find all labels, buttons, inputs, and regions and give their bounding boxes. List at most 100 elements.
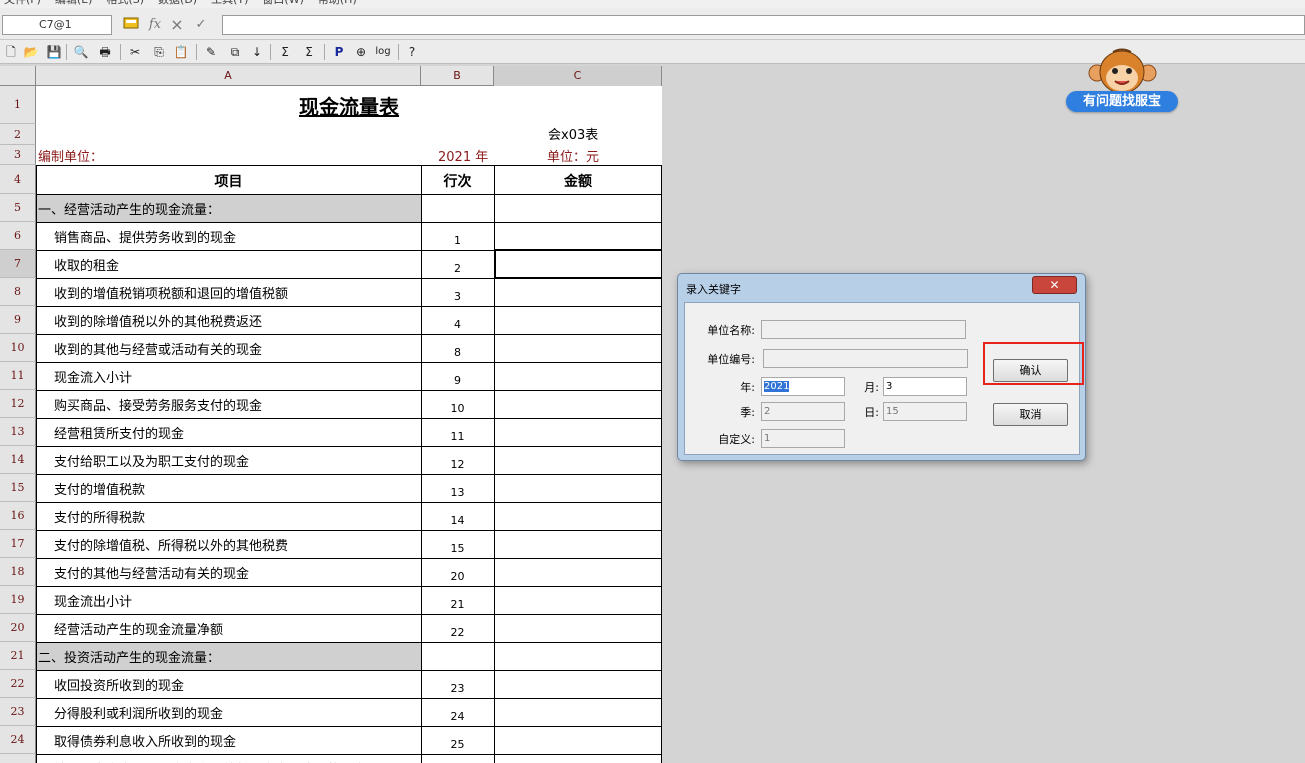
sum-icon[interactable]: Σ (276, 43, 294, 61)
item-cell[interactable]: 购买商品、接受劳务服务支付的现金 (54, 395, 419, 414)
insert-icon[interactable]: ⧉ (226, 43, 244, 61)
cancel-button[interactable]: 取消 (993, 403, 1068, 426)
item-cell[interactable]: 支付的增值税款 (54, 479, 419, 498)
row-header[interactable]: 11 (0, 362, 36, 390)
save-icon[interactable]: 💾 (45, 43, 63, 61)
row-header[interactable]: 23 (0, 698, 36, 726)
row-header[interactable]: 8 (0, 278, 36, 306)
row-header[interactable]: 9 (0, 306, 36, 334)
menu-item[interactable]: 窗口(W) (262, 0, 303, 8)
row-header[interactable]: 15 (0, 474, 36, 502)
line-number-cell[interactable]: 13 (421, 486, 494, 499)
spreadsheet[interactable]: A B C 1 2 3 4 现金流量表 会x03表 编制单位： 2021 年单位：元 项目 行次金… (0, 66, 663, 763)
row-header[interactable]: 22 (0, 670, 36, 698)
column-header-c[interactable]: C (494, 66, 662, 86)
item-cell[interactable]: 收取的租金 (54, 255, 419, 274)
amount-cell[interactable] (495, 642, 662, 670)
cut-icon[interactable]: ✂ (126, 43, 144, 61)
cancel-edit-icon[interactable]: × (168, 16, 186, 34)
menu-item[interactable]: 格式(S) (106, 0, 144, 8)
item-cell[interactable]: 分得股利或利润所收到的现金 (54, 703, 419, 722)
formula-input[interactable] (222, 15, 1305, 35)
open-icon[interactable]: 📂 (22, 43, 40, 61)
calculator-icon[interactable] (122, 16, 140, 34)
row-header[interactable]: 4 (0, 165, 36, 194)
row-header[interactable] (0, 754, 36, 763)
section-heading-cell[interactable]: 一、经营活动产生的现金流量： (38, 199, 403, 218)
format-painter-icon[interactable]: ✎ (202, 43, 220, 61)
line-number-cell[interactable]: 15 (421, 542, 494, 555)
row-header[interactable]: 24 (0, 726, 36, 754)
fx-icon[interactable]: fx (146, 16, 164, 34)
amount-cell[interactable] (495, 670, 662, 698)
customer-service-button[interactable]: 有问题找服宝 (1066, 91, 1178, 112)
amount-cell[interactable] (495, 390, 662, 418)
line-number-cell[interactable]: 1 (421, 234, 494, 247)
line-number-cell[interactable]: 24 (421, 710, 494, 723)
line-number-cell[interactable]: 8 (421, 346, 494, 359)
row-header[interactable]: 5 (0, 194, 36, 222)
row-header[interactable]: 12 (0, 390, 36, 418)
menu-item[interactable]: 帮助(H) (318, 0, 357, 8)
item-cell[interactable]: 经营活动产生的现金流量净额 (54, 619, 419, 638)
item-cell[interactable]: 收到的除增值税以外的其他税费返还 (54, 311, 419, 330)
amount-cell[interactable] (495, 586, 662, 614)
select-all-corner[interactable] (0, 66, 36, 86)
menu-item[interactable]: 工具(T) (211, 0, 248, 8)
line-number-cell[interactable]: 9 (421, 374, 494, 387)
item-cell[interactable]: 经营租赁所支付的现金 (54, 423, 419, 442)
line-number-cell[interactable]: 23 (421, 682, 494, 695)
item-cell[interactable]: 收回投资所收到的现金 (54, 675, 419, 694)
row-header[interactable]: 13 (0, 418, 36, 446)
row-header[interactable]: 3 (0, 145, 36, 165)
line-number-cell[interactable]: 2 (421, 262, 494, 275)
item-cell[interactable]: 支付的所得税款 (54, 507, 419, 526)
item-cell[interactable]: 现金流入小计 (54, 367, 419, 386)
line-number-cell[interactable]: 4 (421, 318, 494, 331)
cell-reference-box[interactable]: C7@1 (2, 15, 112, 35)
zoom-icon[interactable]: ⊕ (352, 43, 370, 61)
row-header[interactable]: 7 (0, 250, 36, 278)
month-field[interactable]: 3 (883, 377, 967, 396)
amount-cell[interactable] (495, 222, 662, 250)
row-header[interactable]: 21 (0, 642, 36, 670)
amount-cell[interactable] (495, 362, 662, 390)
menu-item[interactable]: 编辑(E) (55, 0, 93, 8)
amount-cell[interactable] (495, 726, 662, 754)
line-number-cell[interactable]: 25 (421, 738, 494, 751)
column-header-b[interactable]: B (421, 66, 494, 86)
line-number-cell[interactable]: 12 (421, 458, 494, 471)
monkey-mascot-icon[interactable] (1085, 45, 1160, 95)
row-header[interactable]: 19 (0, 586, 36, 614)
column-header-a[interactable]: A (36, 66, 421, 86)
print-preview-icon[interactable]: 🔍 (72, 43, 90, 61)
confirm-edit-icon[interactable]: ✓ (192, 16, 210, 34)
line-number-cell[interactable]: 21 (421, 598, 494, 611)
item-cell[interactable]: 支付的除增值税、所得税以外的其他税费 (54, 535, 419, 554)
amount-cell[interactable] (495, 474, 662, 502)
row-header[interactable]: 10 (0, 334, 36, 362)
item-cell[interactable]: 支付给职工以及为职工支付的现金 (54, 451, 419, 470)
close-icon[interactable]: ✕ (1032, 276, 1077, 294)
item-cell[interactable]: 支付的其他与经营活动有关的现金 (54, 563, 419, 582)
print-icon[interactable]: 🖶 (96, 43, 114, 61)
amount-cell[interactable] (495, 418, 662, 446)
amount-cell[interactable] (495, 446, 662, 474)
row-header[interactable]: 18 (0, 558, 36, 586)
sort-icon[interactable]: ↓ (248, 43, 266, 61)
menu-item[interactable]: 数据(D) (158, 0, 197, 8)
help-icon[interactable]: ? (403, 43, 421, 61)
amount-cell[interactable] (495, 306, 662, 334)
sum2-icon[interactable]: Σ (300, 43, 318, 61)
amount-cell[interactable] (495, 194, 662, 222)
amount-cell[interactable] (495, 502, 662, 530)
year-field[interactable]: 2021 (761, 377, 845, 396)
day-field[interactable]: 15 (883, 402, 967, 421)
line-number-cell[interactable]: 20 (421, 570, 494, 583)
unit-code-field[interactable] (763, 349, 968, 368)
amount-cell[interactable] (495, 754, 662, 763)
row-header[interactable]: 14 (0, 446, 36, 474)
new-icon[interactable]: 🗋 (2, 43, 20, 61)
amount-cell[interactable] (495, 698, 662, 726)
section-heading-cell[interactable]: 二、投资活动产生的现金流量： (38, 647, 403, 666)
